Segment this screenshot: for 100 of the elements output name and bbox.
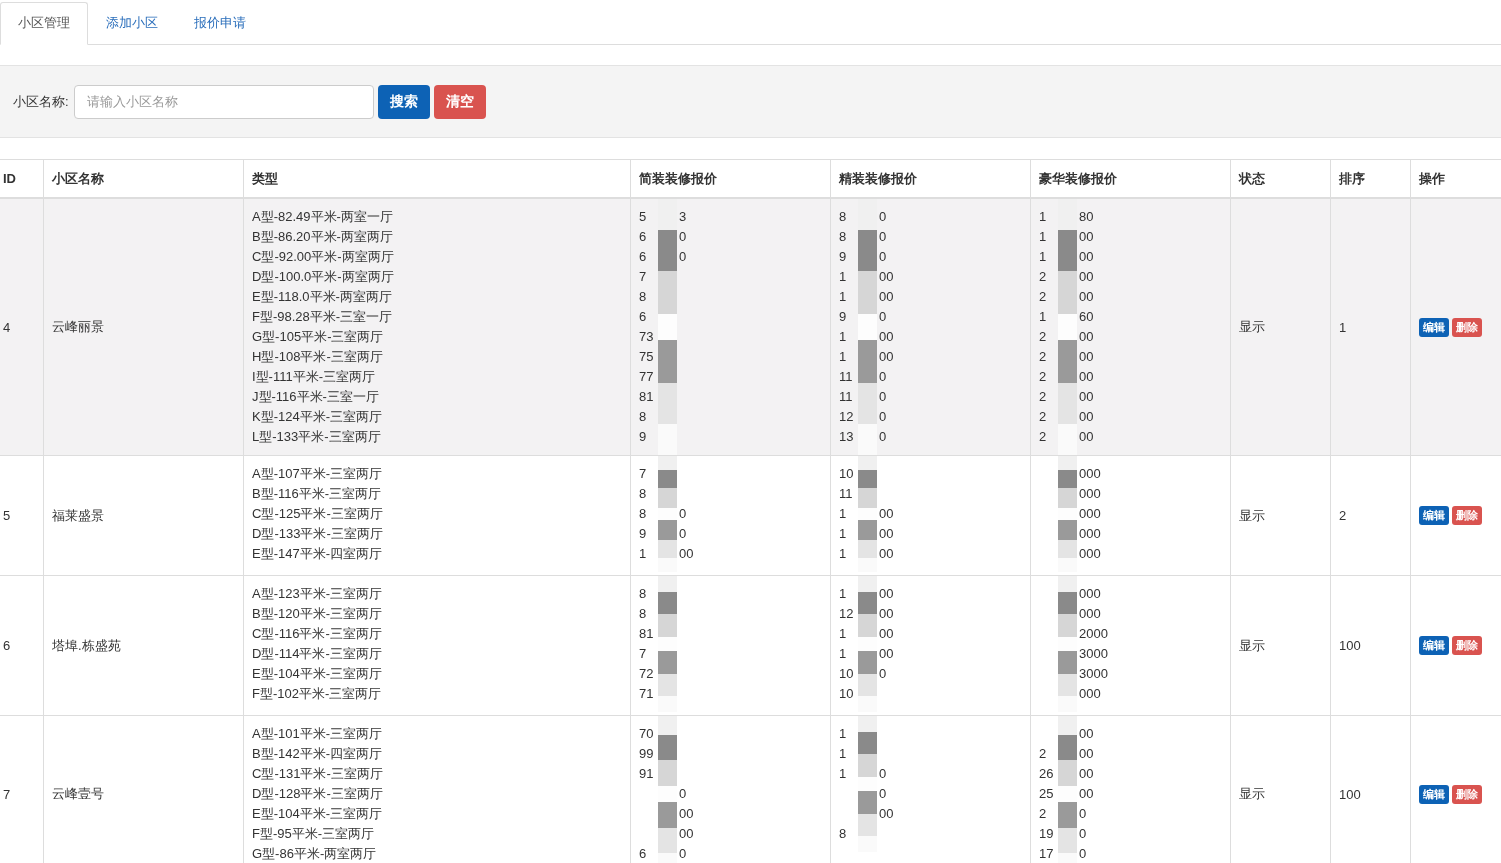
unit-type: H型-108平米-三室两厅 — [252, 348, 384, 366]
price-fragment: 1 — [839, 766, 847, 781]
price-fragment: 1 — [839, 546, 847, 561]
price-fragment: 00 — [1079, 228, 1094, 246]
unit-type: C型-116平米-三室两厅 — [252, 625, 383, 643]
price-fragment: 0 — [679, 505, 687, 523]
price-fragment: 0 — [679, 228, 687, 246]
price-fragment: 1 — [1039, 309, 1047, 324]
price-fragment: 7 — [639, 269, 647, 284]
price-fragment: 000 — [1079, 685, 1101, 703]
sort-order: 2 — [1339, 508, 1347, 523]
price-fragment: 1 — [839, 349, 847, 364]
column-header: 小区名称 — [43, 160, 243, 197]
price-fragment: 2 — [1039, 806, 1047, 821]
row-action-button[interactable]: 编辑 — [1419, 636, 1449, 655]
price-fragment: 9 — [839, 249, 847, 264]
price-fragment: 00 — [1079, 268, 1094, 286]
row-action-button[interactable]: 删除 — [1452, 636, 1482, 655]
price-fragment: 0 — [879, 665, 887, 683]
community-name: 云峰壹号 — [52, 785, 104, 803]
price-fragment: 00 — [679, 805, 694, 823]
price-fragment: 00 — [1079, 388, 1094, 406]
price-fragment: 8 — [639, 506, 647, 521]
price-fragment: 10 — [839, 666, 854, 681]
unit-type: C型-125平米-三室两厅 — [252, 505, 384, 523]
price-fragment: 0 — [679, 785, 687, 803]
price-fragment: 00 — [879, 288, 894, 306]
price-fragment: 3000 — [1079, 665, 1108, 683]
unit-type: D型-133平米-三室两厅 — [252, 525, 384, 543]
price-fragment: 00 — [1079, 288, 1094, 306]
unit-type: F型-102平米-三室两厅 — [252, 685, 383, 703]
unit-type: C型-131平米-三室两厅 — [252, 765, 384, 783]
price-fragment: 8 — [639, 289, 647, 304]
column-header: 简装装修报价 — [630, 160, 830, 197]
price-fragment: 13 — [839, 429, 854, 444]
id-cell: 6 — [3, 638, 11, 653]
price-fragment: 91 — [639, 766, 654, 781]
sort-order: 100 — [1339, 638, 1361, 653]
search-action-button[interactable]: 清空 — [433, 84, 486, 119]
unit-type: F型-95平米-三室两厅 — [252, 825, 376, 843]
price-fragment: 60 — [1079, 308, 1094, 326]
row-action-button[interactable]: 编辑 — [1419, 506, 1449, 525]
price-fragment: 81 — [639, 389, 654, 404]
price-fragment: 12 — [839, 409, 854, 424]
nav-tab[interactable]: 添加小区 — [88, 2, 176, 45]
price-fragment: 0 — [679, 525, 687, 543]
price-fragment: 00 — [879, 645, 894, 663]
price-fragment: 1 — [839, 626, 847, 641]
price-fragment: 2 — [1039, 369, 1047, 384]
price-fragment: 0 — [879, 408, 887, 426]
search-label: 小区名称: — [13, 92, 69, 111]
row-action-button[interactable]: 删除 — [1452, 317, 1482, 337]
row-action-button[interactable]: 删除 — [1452, 784, 1482, 804]
price-fragment: 000 — [1079, 545, 1101, 563]
price-fragment: 12 — [839, 606, 854, 621]
sort-order: 1 — [1339, 319, 1347, 335]
unit-type: A型-123平米-三室两厅 — [252, 585, 384, 603]
price-fragment: 2 — [1039, 389, 1047, 404]
price-fragment: 0 — [879, 765, 887, 783]
price-fragment: 73 — [639, 329, 654, 344]
price-fragment: 000 — [1079, 465, 1101, 483]
unit-type: F型-98.28平米-三室一厅 — [252, 308, 394, 326]
price-fragment: 0 — [879, 368, 887, 386]
price-fragment: 1 — [839, 329, 847, 344]
price-fragment: 8 — [639, 409, 647, 424]
search-field[interactable]: 请输入小区名称 — [73, 84, 374, 119]
price-fragment: 2 — [1039, 746, 1047, 761]
price-fragment: 1 — [639, 546, 647, 561]
column-header: ID — [2, 170, 17, 188]
price-fragment: 00 — [879, 605, 894, 623]
price-fragment: 000 — [1079, 605, 1101, 623]
column-header: 排序 — [1330, 160, 1410, 197]
price-fragment: 2 — [1039, 409, 1047, 424]
price-fragment: 0 — [679, 845, 687, 863]
nav-tab[interactable]: 小区管理 — [0, 2, 88, 45]
price-fragment: 9 — [839, 309, 847, 324]
price-fragment: 0 — [879, 308, 887, 326]
row-action-button[interactable]: 编辑 — [1419, 784, 1449, 804]
price-fragment: 2 — [1039, 289, 1047, 304]
row-action-button[interactable]: 编辑 — [1419, 317, 1449, 337]
column-header: 状态 — [1230, 160, 1330, 197]
price-fragment: 8 — [639, 486, 647, 501]
price-fragment: 00 — [1079, 248, 1094, 266]
unit-type: D型-114平米-三室两厅 — [252, 645, 383, 663]
price-fragment: 00 — [879, 328, 894, 346]
unit-type: A型-107平米-三室两厅 — [252, 465, 384, 483]
price-fragment: 00 — [1079, 785, 1094, 803]
price-fragment: 72 — [639, 666, 654, 681]
price-fragment: 0 — [1079, 805, 1087, 823]
price-fragment: 2 — [1039, 329, 1047, 344]
unit-type: E型-147平米-四室两厅 — [252, 545, 384, 563]
price-fragment: 00 — [1079, 428, 1094, 446]
price-fragment: 11 — [839, 486, 853, 501]
search-action-button[interactable]: 搜索 — [377, 84, 430, 119]
price-fragment: 0 — [879, 388, 887, 406]
sort-order: 100 — [1339, 786, 1361, 802]
price-fragment: 19 — [1039, 826, 1054, 841]
nav-tab[interactable]: 报价申请 — [176, 2, 264, 45]
row-action-button[interactable]: 删除 — [1452, 506, 1482, 525]
price-fragment: 6 — [639, 309, 647, 324]
